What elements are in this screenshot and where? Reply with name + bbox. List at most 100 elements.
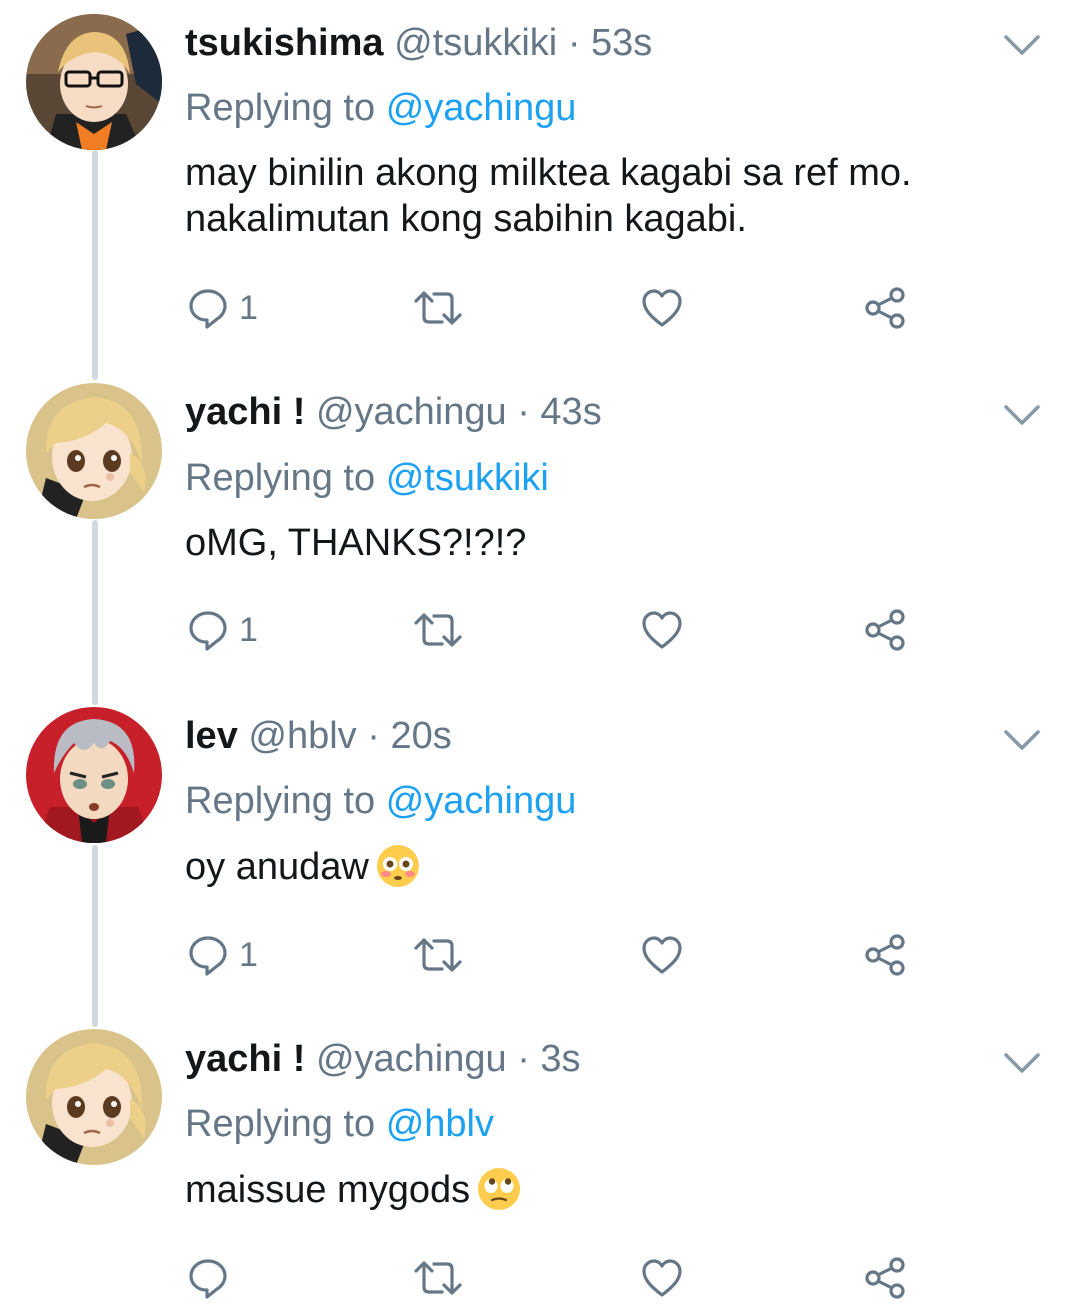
replying-prefix: Replying to [185,780,376,822]
heart-icon [642,289,682,327]
replying-to: Replying to @tsukkiki [185,453,549,503]
chevron-down-icon[interactable] [1002,400,1042,430]
reply-button[interactable]: 1 [187,283,258,333]
retweet-button[interactable] [412,283,464,333]
tweet-actions: 1 [0,930,1080,980]
reply-count: 1 [239,289,258,327]
timestamp[interactable]: 20s [390,715,451,757]
tsukishima-avatar [26,14,162,150]
replying-prefix: Replying to [185,1103,376,1145]
chevron-down-icon[interactable] [1002,725,1042,755]
avatar[interactable] [26,1029,162,1165]
tweet-actions: 1 [0,283,1080,333]
share-icon [865,934,905,976]
reply-icon [189,1259,227,1299]
tweet-header: tsukishima @tsukkiki · 53s [185,18,652,68]
tweet-text-line: oMG, THANKS?!?!? [185,522,527,564]
reply-count: 1 [239,936,258,974]
handle[interactable]: @tsukkiki [394,22,557,64]
tweet-text-content: oy anudaw [185,846,369,888]
handle[interactable]: @yachingu [316,391,507,433]
tweet[interactable]: yachi ! @yachingu · 3s Replying to @hblv… [0,1018,1080,1316]
avatar[interactable] [26,383,162,519]
retweet-icon [414,291,462,325]
share-button[interactable] [863,1253,907,1303]
yachi-avatar [26,1029,162,1165]
share-icon [865,1257,905,1299]
reply-button[interactable]: 1 [187,930,258,980]
mention-link[interactable]: @yachingu [386,780,577,822]
rolling-eyes-emoji [478,1168,521,1210]
mention-link[interactable]: @hblv [386,1103,494,1145]
lev-avatar [26,707,162,843]
flushed-face-emoji [376,845,419,887]
like-button[interactable] [640,930,684,980]
tweet-text: may binilin akong milktea kagabi sa ref … [185,150,1035,242]
retweet-button[interactable] [412,1253,464,1303]
share-button[interactable] [863,930,907,980]
reply-count: 1 [239,611,258,649]
timestamp[interactable]: 43s [540,391,601,433]
tweet-text-content: maissue mygods [185,1169,471,1211]
tweet-header: lev @hblv · 20s [185,711,452,761]
tweet[interactable]: tsukishima @tsukkiki · 53s Replying to @… [0,0,1080,360]
avatar[interactable] [26,707,162,843]
reply-button[interactable]: 1 [187,605,258,655]
retweet-icon [414,938,462,972]
handle[interactable]: @yachingu [316,1038,507,1080]
tweet-text: oy anudaw [185,843,1035,889]
retweet-button[interactable] [412,930,464,980]
share-button[interactable] [863,283,907,333]
reply-button[interactable] [187,1253,239,1303]
reply-icon [189,611,227,651]
retweet-button[interactable] [412,605,464,655]
tweet-actions: 1 [0,605,1080,655]
display-name[interactable]: tsukishima [185,22,384,64]
like-button[interactable] [640,605,684,655]
yachi-avatar [26,383,162,519]
separator-dot: · [367,715,380,757]
display-name[interactable]: yachi ! [185,1038,305,1080]
reply-thread: tsukishima @tsukkiki · 53s Replying to @… [0,0,1080,1316]
separator-dot: · [517,1038,530,1080]
separator-dot: · [567,22,581,64]
tweet-header: yachi ! @yachingu · 3s [185,1034,581,1084]
replying-prefix: Replying to [185,457,376,499]
reply-icon [189,936,227,976]
share-icon [865,609,905,651]
tweet[interactable]: lev @hblv · 20s Replying to @yachingu oy… [0,695,1080,1015]
tweet-actions [0,1253,1080,1303]
heart-icon [642,1259,682,1297]
share-icon [865,287,905,329]
replying-prefix: Replying to [185,87,376,129]
heart-icon [642,611,682,649]
share-button[interactable] [863,605,907,655]
display-name[interactable]: lev [185,715,238,757]
mention-link[interactable]: @yachingu [386,87,577,129]
timestamp[interactable]: 3s [540,1038,580,1080]
reply-icon [189,289,227,329]
tweet-text-line: maissue mygods [185,1166,1035,1212]
replying-to: Replying to @yachingu [185,776,576,826]
separator-dot: · [517,391,530,433]
retweet-icon [414,1261,462,1295]
timestamp[interactable]: 53s [591,22,652,64]
like-button[interactable] [640,283,684,333]
heart-icon [642,936,682,974]
display-name[interactable]: yachi ! [185,391,305,433]
retweet-icon [414,613,462,647]
avatar[interactable] [26,14,162,150]
mention-link[interactable]: @tsukkiki [386,457,549,499]
tweet-text-line: oy anudaw [185,843,1035,889]
tweet-text-line: nakalimutan kong sabihin kagabi. [185,198,747,240]
replying-to: Replying to @hblv [185,1099,494,1149]
handle[interactable]: @hblv [248,715,356,757]
like-button[interactable] [640,1253,684,1303]
tweet[interactable]: yachi ! @yachingu · 43s Replying to @tsu… [0,370,1080,690]
tweet-text: oMG, THANKS?!?!? [185,520,1035,566]
tweet-text: maissue mygods [185,1166,1035,1212]
replying-to: Replying to @yachingu [185,83,576,133]
chevron-down-icon[interactable] [1002,1048,1042,1078]
chevron-down-icon[interactable] [1002,30,1042,60]
tweet-header: yachi ! @yachingu · 43s [185,387,602,437]
